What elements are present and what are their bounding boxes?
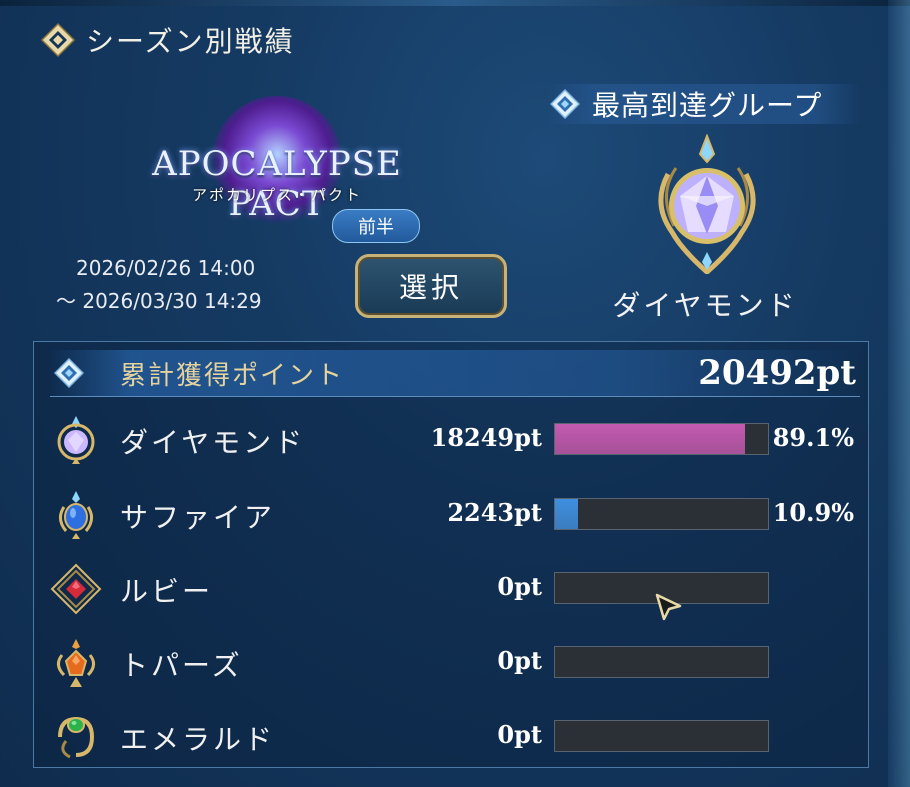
section-title: シーズン別戦績	[86, 25, 295, 58]
group-name: サファイア	[120, 501, 276, 534]
diamond-bullet-icon	[550, 89, 580, 119]
group-name: トパーズ	[120, 649, 243, 682]
group-row-ruby: ルビー 0pt	[50, 558, 860, 618]
select-season-button[interactable]: 選択	[355, 254, 507, 318]
points-total: 20492pt	[698, 353, 856, 393]
points-label: 累計獲得ポイント	[120, 360, 345, 391]
best-group-header: 最高到達グループ	[548, 84, 860, 124]
share-bar-fill	[555, 424, 745, 454]
group-name: ルビー	[120, 575, 214, 608]
group-name: ダイヤモンド	[120, 426, 306, 459]
group-row-emerald: エメラルド 0pt	[50, 706, 860, 766]
season-logo-subtitle: アポカリプス・パクト	[191, 186, 362, 204]
sapphire-gem-icon	[59, 491, 93, 539]
points-panel	[33, 341, 869, 768]
season-half-badge: 前半	[332, 209, 420, 243]
group-points: 18249pt	[430, 423, 542, 452]
group-points: 0pt	[497, 572, 542, 601]
season-start-date: 2026/02/26 14:00	[76, 256, 256, 280]
pointer-cursor-icon	[655, 593, 682, 621]
diamond-rank-emblem-icon	[658, 134, 756, 274]
group-name: エメラルド	[120, 723, 276, 756]
season-end-date: 〜 2026/03/30 14:29	[56, 289, 262, 313]
best-group-label: 最高到達グループ	[592, 89, 823, 122]
group-points: 0pt	[497, 646, 542, 675]
share-bar	[554, 498, 769, 530]
diamond-bullet-icon	[54, 358, 84, 388]
emerald-gem-icon	[58, 716, 95, 759]
season-period: 2026/02/26 14:00 〜 2026/03/30 14:29	[56, 252, 262, 318]
share-percent: 89.1%	[772, 423, 854, 452]
section-header: シーズン別戦績	[40, 18, 295, 62]
topaz-gem-icon	[57, 639, 95, 687]
share-bar	[554, 720, 769, 752]
ruby-gem-icon	[50, 563, 102, 615]
diamond-bullet-icon	[40, 22, 76, 58]
share-bar-fill	[555, 499, 579, 529]
right-frame	[888, 0, 910, 787]
group-row-diamond: ダイヤモンド 18249pt 89.1%	[50, 409, 860, 469]
group-points: 0pt	[497, 720, 542, 749]
top-frame	[0, 0, 910, 6]
group-row-topaz: トパーズ 0pt	[50, 632, 860, 692]
best-group-name: ダイヤモンド	[612, 289, 798, 322]
share-percent: 10.9%	[772, 498, 854, 527]
share-bar	[554, 423, 769, 455]
diamond-gem-icon	[57, 416, 95, 464]
share-bar	[554, 646, 769, 678]
points-header: 累計獲得ポイント 20492pt	[50, 350, 860, 397]
group-row-sapphire: サファイア 2243pt 10.9%	[50, 484, 860, 544]
group-points: 2243pt	[447, 498, 542, 527]
